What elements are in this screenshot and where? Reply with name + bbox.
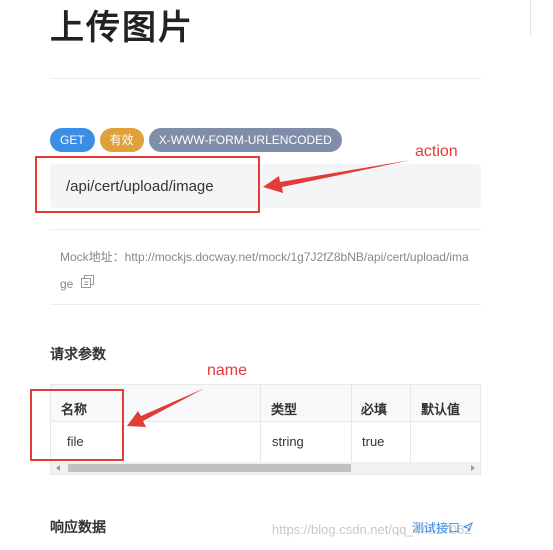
external-link-icon (462, 521, 474, 535)
arrow-icon-action (263, 160, 411, 193)
test-api-link[interactable]: 测试接口 (412, 519, 474, 536)
arrow-icon-name (127, 388, 205, 427)
test-api-label: 测试接口 (412, 521, 461, 535)
annotation-arrows (127, 160, 411, 427)
response-data-title: 响应数据 (50, 519, 106, 535)
